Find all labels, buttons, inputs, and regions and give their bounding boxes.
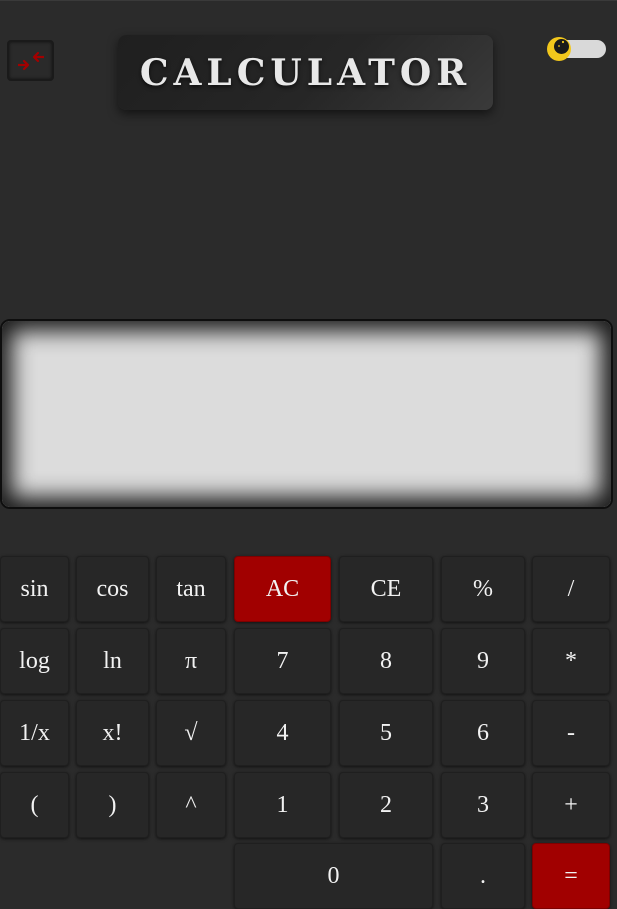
close-paren-button[interactable]: ) (76, 772, 149, 838)
multiply-button[interactable]: * (532, 628, 610, 694)
open-paren-button[interactable]: ( (0, 772, 69, 838)
title-banner: CALCULATOR (118, 35, 493, 110)
calculator-page: CALCULATOR sin cos tan AC CE % / log ln … (0, 0, 617, 909)
theme-toggle[interactable] (546, 35, 608, 63)
digit-0-button[interactable]: 0 (234, 843, 433, 909)
compress-arrows-icon (17, 51, 44, 70)
calculator-display (0, 319, 613, 509)
digit-7-button[interactable]: 7 (234, 628, 331, 694)
digit-3-button[interactable]: 3 (441, 772, 525, 838)
digit-5-button[interactable]: 5 (339, 700, 433, 766)
factorial-button[interactable]: x! (76, 700, 149, 766)
ln-button[interactable]: ln (76, 628, 149, 694)
digit-4-button[interactable]: 4 (234, 700, 331, 766)
all-clear-button[interactable]: AC (234, 556, 331, 622)
pi-button[interactable]: π (156, 628, 226, 694)
square-root-button[interactable]: √ (156, 700, 226, 766)
digit-2-button[interactable]: 2 (339, 772, 433, 838)
sin-button[interactable]: sin (0, 556, 69, 622)
tan-button[interactable]: tan (156, 556, 226, 622)
digit-6-button[interactable]: 6 (441, 700, 525, 766)
top-divider (0, 0, 617, 1)
moon-icon (547, 37, 571, 61)
equals-button[interactable]: = (532, 843, 610, 909)
add-button[interactable]: + (532, 772, 610, 838)
decimal-button[interactable]: . (441, 843, 525, 909)
cos-button[interactable]: cos (76, 556, 149, 622)
clear-entry-button[interactable]: CE (339, 556, 433, 622)
reciprocal-button[interactable]: 1/x (0, 700, 69, 766)
divide-button[interactable]: / (532, 556, 610, 622)
digit-9-button[interactable]: 9 (441, 628, 525, 694)
power-button[interactable]: ^ (156, 772, 226, 838)
digit-8-button[interactable]: 8 (339, 628, 433, 694)
digit-1-button[interactable]: 1 (234, 772, 331, 838)
percent-button[interactable]: % (441, 556, 525, 622)
page-title: CALCULATOR (139, 51, 472, 94)
log-button[interactable]: log (0, 628, 69, 694)
subtract-button[interactable]: - (532, 700, 610, 766)
scientific-toggle-button[interactable] (7, 40, 54, 81)
